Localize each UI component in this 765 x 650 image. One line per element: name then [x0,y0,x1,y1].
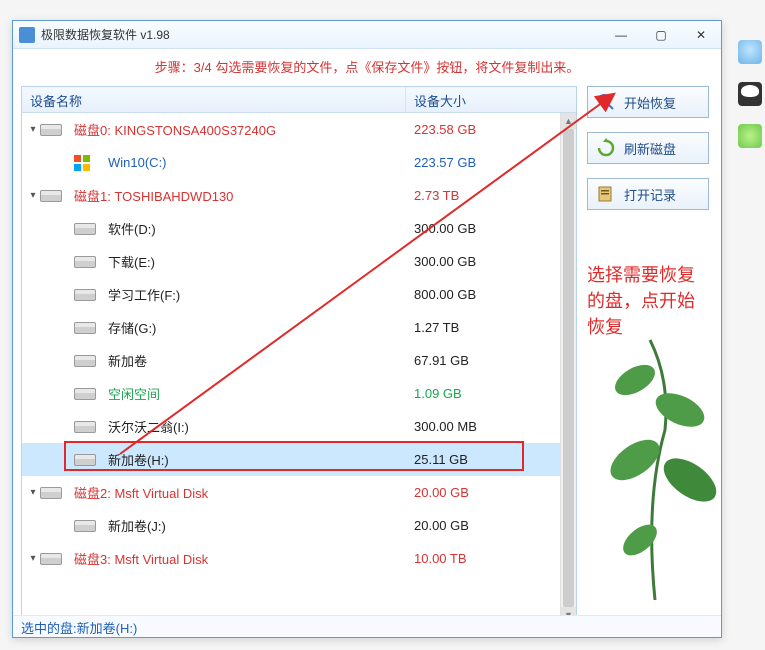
close-button[interactable]: ✕ [681,24,721,46]
table-row[interactable]: 下载(E:)300.00 GB [22,245,576,278]
row-size: 800.00 GB [406,287,576,302]
row-label: 磁盘3: Msft Virtual Disk [74,549,406,568]
table-row[interactable]: ▾ 磁盘2: Msft Virtual Disk20.00 GB [22,476,576,509]
row-size: 1.27 TB [406,320,576,335]
maximize-button[interactable]: ▢ [641,24,681,46]
scrollbar[interactable]: ▲ ▼ [560,113,576,623]
search-icon [592,92,620,112]
row-size: 10.00 TB [406,551,576,566]
open-log-label: 打开记录 [624,185,676,204]
table-row[interactable]: 新加卷(H:)25.11 GB [22,443,576,476]
action-panel: 开始恢复 刷新磁盘 打开记录 选择需要恢复的盘，点开始恢复 [587,86,711,624]
minimize-button[interactable]: — [601,24,641,46]
windows-icon [74,155,100,171]
drive-icon [74,518,100,534]
refresh-disk-button[interactable]: 刷新磁盘 [587,132,709,164]
row-label: Win10(C:) [108,155,406,170]
row-label: 下载(E:) [108,252,406,271]
instruction-text: 步骤：3/4 勾选需要恢复的文件，点《保存文件》按钮，将文件复制出来。 [13,49,721,86]
drive-icon [40,122,66,138]
table-row[interactable]: Win10(C:)223.57 GB [22,146,576,179]
drive-icon [40,485,66,501]
row-label: 新加卷(J:) [108,516,406,535]
device-list-panel: 设备名称 设备大小 ▾磁盘0: KINGSTONSA400S37240G223.… [21,86,577,624]
row-label: 软件(D:) [108,219,406,238]
external-app-strip [738,40,762,148]
table-header: 设备名称 设备大小 [22,87,576,113]
scroll-thumb[interactable] [563,129,574,607]
status-text: 选中的盘:新加卷(H:) [21,621,137,636]
row-label: 新加卷(H:) [108,450,406,469]
expand-chevron[interactable]: ▾ [26,553,40,564]
col-header-name[interactable]: 设备名称 [22,87,406,112]
start-recovery-label: 开始恢复 [624,93,676,112]
app-window: 极限数据恢复软件 v1.98 — ▢ ✕ 步骤：3/4 勾选需要恢复的文件，点《… [12,20,722,638]
row-size: 300.00 MB [406,419,576,434]
open-log-button[interactable]: 打开记录 [587,178,709,210]
row-size: 20.00 GB [406,518,576,533]
table-body: ▾ 磁盘0: KINGSTONSA400S37240G223.58 GB Win10… [22,113,576,623]
table-row[interactable]: ▾ 磁盘0: KINGSTONSA400S37240G223.58 GB [22,113,576,146]
drive-icon [74,287,100,303]
drive-icon [40,188,66,204]
table-row[interactable]: 新加卷67.91 GB [22,344,576,377]
table-row[interactable]: 空闲空间1.09 GB [22,377,576,410]
row-label: 存储(G:) [108,318,406,337]
row-size: 2.73 TB [406,188,576,203]
app-icon [19,27,35,43]
table-row[interactable]: 新加卷(J:)20.00 GB [22,509,576,542]
row-label: 学习工作(F:) [108,285,406,304]
expand-chevron[interactable]: ▾ [26,487,40,498]
row-label: 沃尔沃二翁(I:) [108,417,406,436]
table-row[interactable]: 沃尔沃二翁(I:)300.00 MB [22,410,576,443]
row-size: 25.11 GB [406,452,576,467]
table-row[interactable]: 学习工作(F:)800.00 GB [22,278,576,311]
expand-chevron[interactable]: ▾ [26,190,40,201]
main-area: 设备名称 设备大小 ▾磁盘0: KINGSTONSA400S37240G223.… [13,86,721,624]
row-label: 磁盘2: Msft Virtual Disk [74,483,406,502]
table-row[interactable]: ▾ 磁盘3: Msft Virtual Disk10.00 TB [22,542,576,575]
row-size: 1.09 GB [406,386,576,401]
annotation-text: 选择需要恢复的盘，点开始恢复 [587,262,711,340]
status-bar: 选中的盘:新加卷(H:) [13,615,721,637]
drive-icon [74,221,100,237]
row-size: 20.00 GB [406,485,576,500]
start-recovery-button[interactable]: 开始恢复 [587,86,709,118]
external-icon-1[interactable] [738,40,762,64]
row-size: 300.00 GB [406,254,576,269]
col-header-size[interactable]: 设备大小 [406,87,576,112]
drive-icon [74,452,100,468]
row-size: 67.91 GB [406,353,576,368]
external-icon-3[interactable] [738,124,762,148]
table-row[interactable]: 存储(G:)1.27 TB [22,311,576,344]
row-label: 新加卷 [108,351,406,370]
drive-icon [74,419,100,435]
expand-chevron[interactable]: ▾ [26,124,40,135]
drive-icon [74,254,100,270]
window-title: 极限数据恢复软件 v1.98 [41,26,601,43]
row-label: 磁盘0: KINGSTONSA400S37240G [74,120,406,139]
refresh-disk-label: 刷新磁盘 [624,139,676,158]
scroll-up-button[interactable]: ▲ [561,113,576,129]
drive-icon [74,386,100,402]
drive-icon [74,320,100,336]
row-size: 223.57 GB [406,155,576,170]
refresh-icon [592,138,620,158]
row-size: 223.58 GB [406,122,576,137]
table-row[interactable]: 软件(D:)300.00 GB [22,212,576,245]
drive-icon [74,353,100,369]
row-size: 300.00 GB [406,221,576,236]
row-label: 空闲空间 [108,384,406,403]
drive-icon [40,551,66,567]
row-label: 磁盘1: TOSHIBAHDWD130 [74,186,406,205]
log-icon [592,184,620,204]
titlebar: 极限数据恢复软件 v1.98 — ▢ ✕ [13,21,721,49]
external-icon-qq[interactable] [738,82,762,106]
table-row[interactable]: ▾ 磁盘1: TOSHIBAHDWD1302.73 TB [22,179,576,212]
